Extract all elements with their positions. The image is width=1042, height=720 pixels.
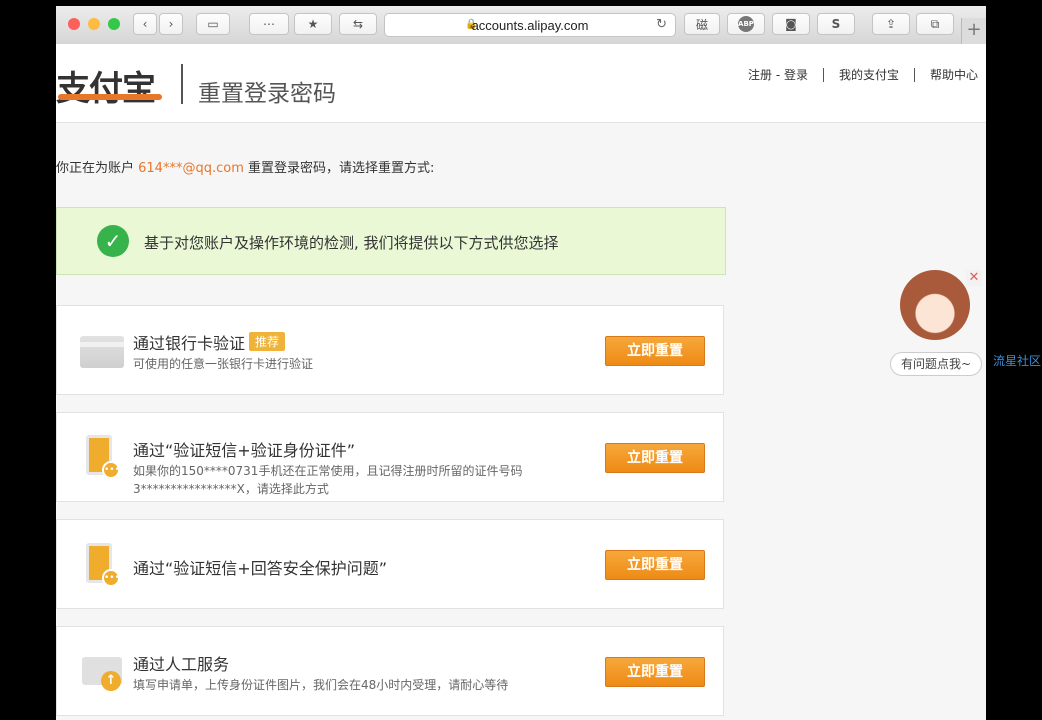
chevron-right-icon: › (168, 17, 174, 31)
s-extension-button[interactable]: S (817, 13, 855, 35)
account-suffix: 重置登录密码，请选择重置方式: (243, 161, 435, 176)
tabs-icon: ⧉ (930, 16, 940, 31)
back-button[interactable]: ‹ (133, 13, 157, 35)
pocket-icon: ◙ (785, 17, 797, 31)
option-manual-service: ↑ 通过人工服务 填写申请单，上传身份证件图片，我们会在48小时内受理，请耐心等… (56, 626, 724, 716)
nav-separator (913, 67, 915, 82)
plus-icon: + (966, 19, 982, 40)
option-desc: 如果你的150****0731手机还在正常使用，且记得注册时所留的证件号码3**… (133, 464, 523, 496)
sidebar-icon: ▭ (207, 17, 219, 31)
alipay-logo[interactable]: 支付宝 (56, 61, 156, 110)
bookmarks-button[interactable]: ★ (294, 13, 332, 35)
option-sms-id: ••• 通过“验证短信+验证身份证件” 如果你的150****0731手机还在正… (56, 412, 724, 502)
logo-swoosh (58, 94, 162, 100)
browser-window: ‹ › ▭ ⋯ ★ ⇆ 🔒 accounts.alipay.com ↻ 磁 AB… (56, 6, 986, 720)
account-prefix: 你正在为账户 (56, 161, 139, 176)
grid-icon: ⋯ (263, 17, 275, 31)
option-title-text: 通过银行卡验证 (133, 334, 246, 353)
bank-card-icon (80, 336, 124, 368)
option-title: 通过“验证短信+验证身份证件” (133, 441, 355, 460)
checkmark-icon: ✓ (97, 225, 129, 257)
reset-button-manual[interactable]: 立即重置 (605, 657, 705, 687)
star-icon: ★ (307, 17, 319, 31)
option-title: 通过人工服务 (133, 655, 230, 674)
side-community-link[interactable]: 流星社区 (993, 352, 1041, 369)
help-bubble[interactable]: 有问题点我~ (890, 352, 982, 376)
page-content: 支付宝 重置登录密码 注册 - 登录 我的支付宝 帮助中心 你正在为账户 614… (56, 44, 986, 720)
forward-button[interactable]: › (159, 13, 183, 35)
close-window-button[interactable] (68, 18, 80, 30)
zoom-window-button[interactable] (108, 18, 120, 30)
top-nav: 注册 - 登录 我的支付宝 帮助中心 (748, 66, 978, 83)
notice-text: 基于对您账户及操作环境的检测, 我们将提供以下方式供您选择 (144, 234, 559, 252)
adblock-button[interactable]: ABP (727, 13, 765, 35)
reload-icon[interactable]: ↻ (656, 17, 667, 32)
tabs-button[interactable]: ⧉ (916, 13, 954, 35)
option-title: 通过银行卡验证 推荐 (133, 330, 286, 354)
account-line: 你正在为账户 614***@qq.com 重置登录密码，请选择重置方式: (56, 157, 434, 176)
logo-divider (181, 64, 183, 104)
adblock-label: ABP (738, 16, 754, 32)
upload-arrow-icon: ↑ (101, 671, 121, 691)
new-tab-button[interactable]: + (961, 18, 986, 44)
nav-help-center[interactable]: 帮助中心 (930, 66, 978, 83)
option-desc: 填写申请单，上传身份证件图片，我们会在48小时内受理，请耐心等待 (133, 678, 509, 692)
option-title: 通过“验证短信+回答安全保护问题” (133, 559, 387, 578)
sidebar-button[interactable]: ▭ (196, 13, 230, 35)
reset-button-sms-id[interactable]: 立即重置 (605, 443, 705, 473)
help-widget[interactable]: ✕ 有问题点我~ (890, 270, 984, 380)
reset-button-sms-question[interactable]: 立即重置 (605, 550, 705, 580)
share-button[interactable]: ⇪ (872, 13, 910, 35)
nav-my-alipay[interactable]: 我的支付宝 (839, 66, 899, 83)
recommended-badge: 推荐 (249, 332, 286, 351)
option-desc: 可使用的任意一张银行卡进行验证 (133, 357, 314, 371)
arrows-icon: ⇆ (352, 17, 364, 31)
reset-button-bank-card[interactable]: 立即重置 (605, 336, 705, 366)
address-bar[interactable]: 🔒 accounts.alipay.com ↻ (384, 13, 676, 37)
extension-kanji-button[interactable]: 磁 (684, 13, 720, 35)
site-header: 支付宝 重置登录密码 注册 - 登录 我的支付宝 帮助中心 (56, 44, 986, 123)
account-email: 614***@qq.com (138, 161, 244, 176)
kanji-icon: 磁 (695, 17, 708, 32)
url-text: accounts.alipay.com (471, 18, 589, 33)
detection-notice: ✓ 基于对您账户及操作环境的检测, 我们将提供以下方式供您选择 (56, 207, 726, 275)
s-extension-label: S (831, 17, 841, 31)
minimize-window-button[interactable] (88, 18, 100, 30)
share-icon: ⇪ (885, 17, 897, 31)
browser-toolbar: ‹ › ▭ ⋯ ★ ⇆ 🔒 accounts.alipay.com ↻ 磁 AB… (56, 6, 986, 45)
pocket-button[interactable]: ◙ (772, 13, 810, 35)
nav-register-login[interactable]: 注册 - 登录 (748, 66, 808, 83)
nav-separator (822, 67, 824, 82)
logo-text: 支付宝 (56, 69, 156, 109)
close-icon[interactable]: ✕ (966, 270, 982, 286)
option-bank-card: 通过银行卡验证 推荐 可使用的任意一张银行卡进行验证 立即重置 (56, 305, 724, 395)
chevron-left-icon: ‹ (142, 17, 148, 31)
option-sms-security-question: ••• 通过“验证短信+回答安全保护问题” 立即重置 (56, 519, 724, 609)
share-sync-button[interactable]: ⇆ (339, 13, 377, 35)
assistant-avatar-icon[interactable] (900, 270, 970, 340)
page-title: 重置登录密码 (198, 81, 336, 107)
top-sites-button[interactable]: ⋯ (249, 13, 289, 35)
more-dots-icon: ••• (102, 461, 120, 479)
more-dots-icon: ••• (102, 569, 120, 587)
